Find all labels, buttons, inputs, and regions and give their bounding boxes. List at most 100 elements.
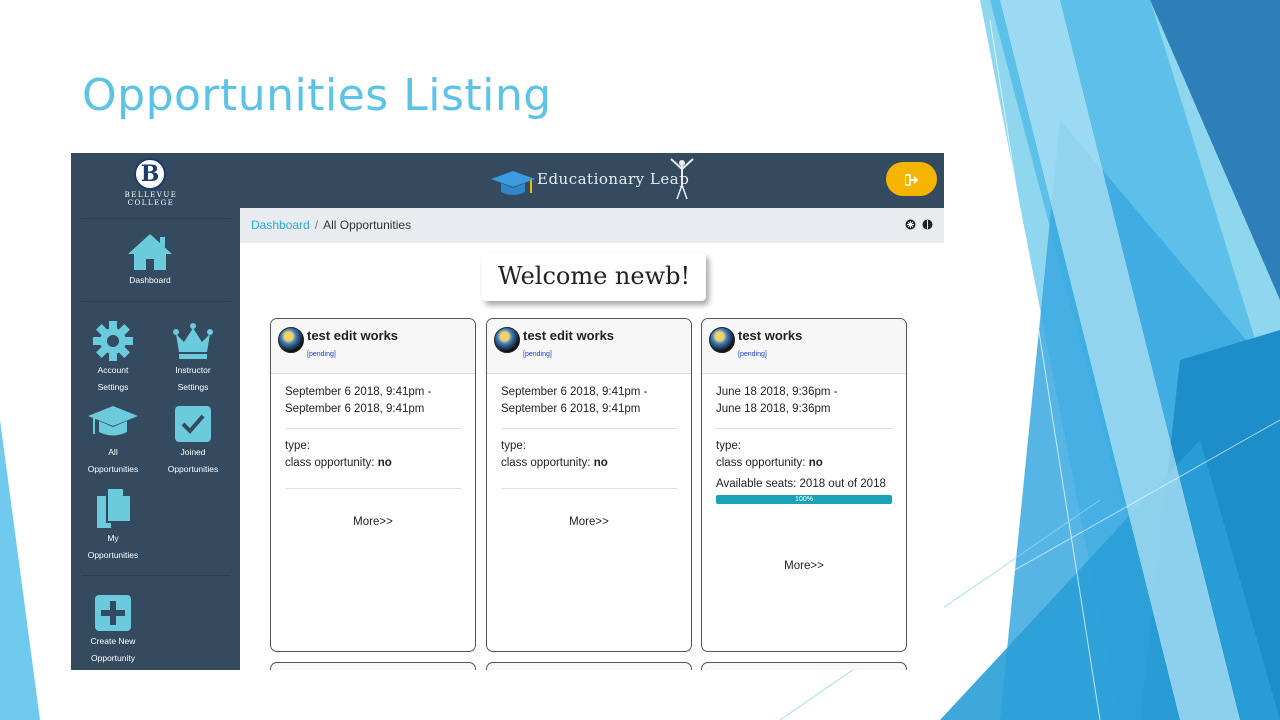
person-figure-icon: [670, 158, 694, 200]
sidebar-item-label: Opportunities: [87, 464, 139, 474]
breadcrumb-tools: [905, 219, 933, 233]
dashboard-tool-icon[interactable]: [905, 219, 916, 230]
card-date-end: September 6 2018, 9:41pm: [501, 403, 641, 415]
sidebar-item-label: Account: [97, 365, 129, 375]
graduation-cap-icon: [491, 171, 535, 195]
sign-out-icon: [903, 173, 918, 186]
card-divider: [501, 428, 677, 429]
checkbox-checked-icon: [175, 406, 211, 442]
sidebar-item-account-settings[interactable]: Account Settings: [71, 320, 155, 396]
status-badge: [pending]: [307, 351, 336, 358]
card-title[interactable]: test edit works: [523, 328, 614, 343]
card-class-label: class opportunity:: [716, 457, 806, 469]
card-class-label: class opportunity:: [285, 457, 375, 469]
available-seats: Available seats: 2018 out of 2018: [716, 478, 886, 490]
card-body: September 6 2018, 9:41pm - September 6 2…: [271, 374, 475, 531]
card-title[interactable]: test edit works: [307, 328, 398, 343]
card-class-label: class opportunity:: [501, 457, 591, 469]
card-divider: [501, 488, 677, 489]
sidebar-item-all-opportunities[interactable]: All Opportunities: [71, 404, 155, 478]
sidebar-item-label: My: [107, 533, 119, 543]
card-title[interactable]: test works: [738, 328, 802, 343]
home-icon: [128, 234, 172, 270]
card-divider: [285, 488, 461, 489]
status-badge: [pending]: [738, 351, 767, 358]
breadcrumb-dashboard-link[interactable]: Dashboard: [251, 218, 310, 232]
card-type: type:: [716, 440, 741, 452]
sidebar-item-create-new[interactable]: Create New Opportunity: [71, 593, 155, 667]
card-class-value: no: [808, 457, 823, 469]
settings-tool-icon[interactable]: [922, 219, 933, 230]
sidebar-item-label: All: [108, 447, 118, 457]
status-badge: [pending]: [523, 351, 552, 358]
breadcrumb-separator: /: [314, 218, 319, 232]
more-link[interactable]: More>>: [501, 514, 677, 531]
main-content: Welcome newb! test edit works [pending] …: [240, 243, 944, 670]
sidebar-divider: [81, 301, 231, 302]
sidebar-item-label: Joined: [180, 447, 206, 457]
sidebar-item-label: Instructor: [175, 365, 211, 375]
sidebar-item-label: Opportunity: [91, 653, 135, 663]
more-link[interactable]: More>>: [285, 514, 461, 531]
top-navbar: B BELLEVUE COLLEGE Educationary Leap: [71, 153, 944, 208]
college-name: BELLEVUE COLLEGE: [111, 191, 191, 207]
card-divider: [285, 428, 461, 429]
college-name-line2: COLLEGE: [127, 199, 175, 207]
college-name-line1: BELLEVUE: [124, 191, 178, 199]
sidebar-item-my-opportunities[interactable]: My Opportunities: [71, 486, 155, 564]
card-date-start: June 18 2018, 9:36pm -: [716, 386, 838, 398]
gear-icon: [93, 321, 133, 361]
avatar: [278, 327, 304, 353]
card-class-opportunity: class opportunity: no: [501, 455, 677, 472]
card-header: test edit works [pending]: [271, 319, 475, 374]
opportunity-card-partial[interactable]: [270, 662, 476, 670]
breadcrumb-current: All Opportunities: [323, 218, 412, 232]
card-body: September 6 2018, 9:41pm - September 6 2…: [487, 374, 691, 531]
opportunity-card[interactable]: test edit works [pending] September 6 20…: [486, 318, 692, 652]
brand-logo[interactable]: Educationary Leap: [489, 158, 699, 205]
sidebar-divider: [81, 218, 231, 219]
sidebar-item-label: Create New: [90, 636, 136, 646]
college-logo[interactable]: B: [134, 158, 166, 190]
sidebar-item-label: Settings: [177, 382, 209, 392]
sidebar-item-label: Settings: [97, 382, 129, 392]
card-type: type:: [501, 440, 526, 452]
card-header: test works [pending]: [702, 319, 906, 374]
crown-icon: [173, 323, 213, 359]
seats-progress-bar: 100%: [716, 495, 892, 504]
card-date-start: September 6 2018, 9:41pm -: [501, 386, 648, 398]
sidebar-item-joined-opportunities[interactable]: Joined Opportunities: [151, 404, 235, 478]
card-date-end: June 18 2018, 9:36pm: [716, 403, 831, 415]
sidebar-item-dashboard[interactable]: Dashboard: [108, 232, 192, 289]
sidebar: Dashboard Account Settings Instructor Se…: [71, 208, 240, 670]
opportunity-card-partial[interactable]: [701, 662, 907, 670]
slide-title: Opportunities Listing: [82, 70, 552, 121]
card-type: type:: [285, 440, 310, 452]
opportunity-card-partial[interactable]: [486, 662, 692, 670]
sidebar-item-label: Opportunities: [87, 550, 139, 560]
sidebar-divider: [81, 575, 231, 576]
app-screenshot: B BELLEVUE COLLEGE Educationary Leap Das…: [71, 153, 944, 670]
avatar: [709, 327, 735, 353]
opportunity-card[interactable]: test edit works [pending] September 6 20…: [270, 318, 476, 652]
breadcrumb: Dashboard / All Opportunities: [240, 208, 944, 243]
card-class-value: no: [377, 457, 392, 469]
card-header: test edit works [pending]: [487, 319, 691, 374]
sidebar-item-label: Opportunities: [167, 464, 219, 474]
sidebar-item-label: Dashboard: [129, 275, 171, 285]
card-class-opportunity: class opportunity: no: [285, 455, 461, 472]
graduation-cap-icon: [88, 406, 138, 436]
sidebar-item-instructor-settings[interactable]: Instructor Settings: [151, 320, 235, 396]
welcome-banner: Welcome newb!: [482, 253, 706, 301]
card-class-value: no: [593, 457, 608, 469]
more-link[interactable]: More>>: [716, 558, 892, 575]
plus-square-icon: [95, 595, 131, 631]
avatar: [494, 327, 520, 353]
opportunity-card[interactable]: test works [pending] June 18 2018, 9:36p…: [701, 318, 907, 652]
card-class-opportunity: class opportunity: no: [716, 455, 892, 472]
card-date-start: September 6 2018, 9:41pm -: [285, 386, 432, 398]
copy-documents-icon: [97, 487, 132, 528]
card-body: June 18 2018, 9:36pm - June 18 2018, 9:3…: [702, 374, 906, 575]
card-date-end: September 6 2018, 9:41pm: [285, 403, 425, 415]
logout-button[interactable]: [886, 162, 937, 196]
